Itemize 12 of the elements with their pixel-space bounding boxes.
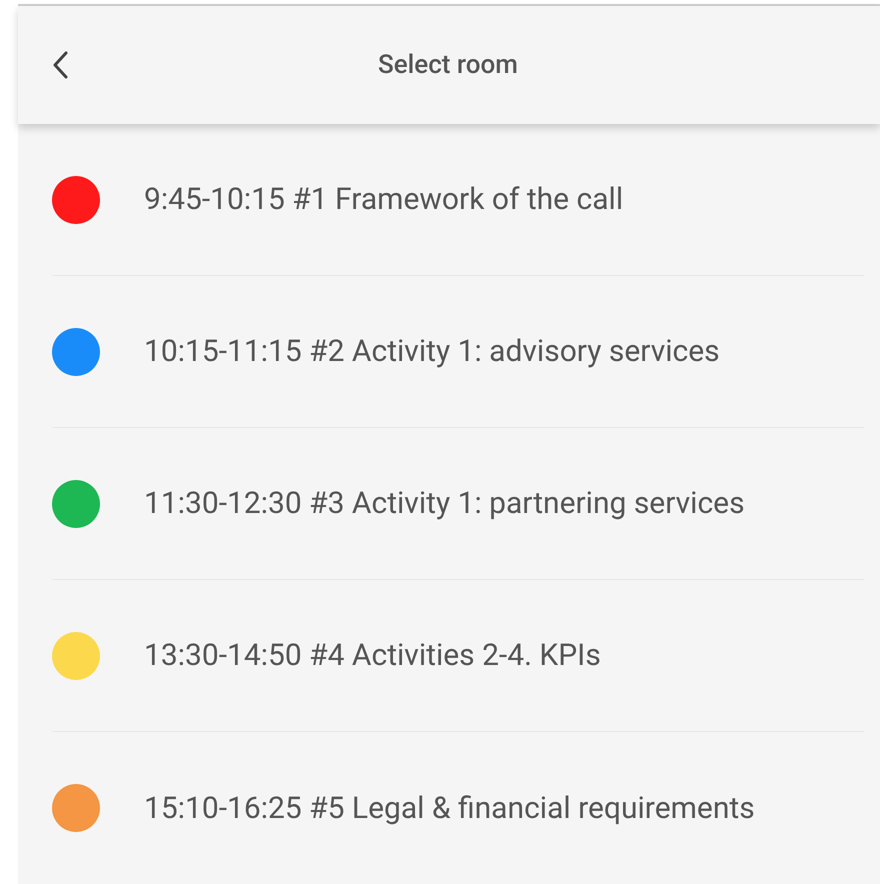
room-item[interactable]: 9:45-10:15 #1 Framework of the call <box>52 124 864 276</box>
room-label: 13:30-14:50 #4 Activities 2-4. KPIs <box>144 637 601 675</box>
room-item[interactable]: 10:15-11:15 #2 Activity 1: advisory services <box>52 276 864 428</box>
room-label: 9:45-10:15 #1 Framework of the call <box>144 181 624 219</box>
room-label: 10:15-11:15 #2 Activity 1: advisory services <box>144 333 720 371</box>
room-item[interactable]: 13:30-14:50 #4 Activities 2-4. KPIs <box>52 580 864 732</box>
room-item[interactable]: 15:10-16:25 #5 Legal & financial requirements <box>52 732 864 884</box>
screen-title: Select room <box>378 48 518 82</box>
room-item[interactable]: 11:30-12:30 #3 Activity 1: partnering services <box>52 428 864 580</box>
back-icon <box>52 51 68 79</box>
room-label: 11:30-12:30 #3 Activity 1: partnering services <box>144 485 745 523</box>
room-label: 15:10-16:25 #5 Legal & financial requirements <box>144 790 755 828</box>
